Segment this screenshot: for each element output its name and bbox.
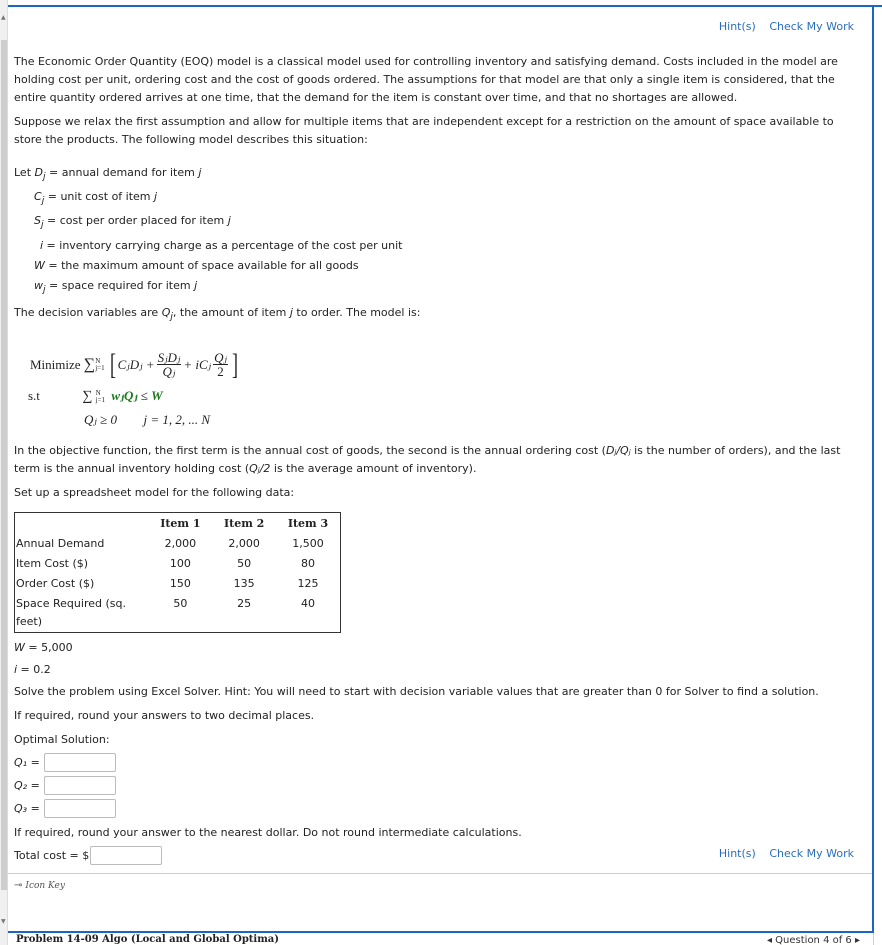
q3-answer-row: Q₃ =	[14, 797, 864, 820]
table-row: Item Cost ($) 100 50 80	[16, 556, 316, 570]
divider	[8, 873, 872, 874]
hints-link[interactable]: Hint(s)	[719, 847, 756, 860]
objective-function: Minimize ∑ Nj=1 [ CⱼDⱼ + SⱼDⱼ Qⱼ + iCⱼ Q…	[30, 347, 238, 381]
check-my-work-link[interactable]: Check My Work	[769, 20, 854, 33]
intro-paragraph-2: Suppose we relax the first assumption an…	[14, 115, 834, 146]
optimal-solution-label: Optimal Solution:	[14, 732, 110, 746]
q2-input[interactable]	[44, 775, 116, 795]
nonnegativity-constraint: Qⱼ ≥ 0 j = 1, 2, ... N	[84, 411, 211, 427]
space-limit-param: W = 5,000	[14, 640, 73, 654]
top-strip	[8, 0, 882, 7]
right-bracket: ]	[231, 347, 238, 381]
intro-paragraph-1: The Economic Order Quantity (EOQ) model …	[14, 55, 838, 104]
question-content: The Economic Order Quantity (EOQ) model …	[14, 53, 864, 868]
left-bracket: [	[109, 347, 116, 381]
dollar-rounding-instruction: If required, round your answer to the ne…	[14, 825, 522, 839]
left-scrollbar[interactable]: ▲ ▼	[0, 0, 8, 945]
definition-row: wj = space required for item j	[34, 278, 198, 295]
space-constraint: s.t ∑ Nj=1 wⱼQⱼ ≤ W	[28, 387, 163, 404]
scrollbar-thumb[interactable]	[1, 40, 7, 890]
solver-instruction: Solve the problem using Excel Solver. Hi…	[14, 684, 819, 698]
q1-input[interactable]	[44, 752, 116, 772]
top-actions: Hint(s) Check My Work	[709, 20, 854, 33]
question-navigation[interactable]: ◂ Question 4 of 6 ▸	[767, 935, 860, 945]
optimization-model: Minimize ∑ Nj=1 [ CⱼDⱼ + SⱼDⱼ Qⱼ + iCⱼ Q…	[14, 332, 864, 442]
setup-instruction: Set up a spreadsheet model for the follo…	[14, 485, 295, 499]
table-row: Order Cost ($) 150 135 125	[16, 576, 319, 590]
item-data-table: Item 1 Item 2 Item 3 Annual Demand 2,000…	[14, 511, 341, 633]
definition-row: W = the maximum amount of space availabl…	[34, 258, 359, 272]
table-row: Annual Demand 2,000 2,000 1,500	[16, 536, 324, 550]
table-header-row: Item 1 Item 2 Item 3	[15, 512, 341, 534]
column-header: Item 3	[287, 516, 329, 530]
q1-answer-row: Q₁ =	[14, 751, 864, 774]
question-panel: Hint(s) Check My Work The Economic Order…	[8, 7, 874, 933]
carrying-charge-param: i = 0.2	[14, 662, 51, 676]
definition-row: Cj = unit cost of item j	[34, 190, 158, 207]
problem-title: Problem 14-09 Algo (Local and Global Opt…	[16, 934, 280, 945]
footer-bar: Problem 14-09 Algo (Local and Global Opt…	[8, 933, 882, 945]
hints-link[interactable]: Hint(s)	[719, 20, 756, 33]
check-my-work-link[interactable]: Check My Work	[769, 847, 854, 860]
total-cost-input[interactable]	[90, 846, 163, 866]
definition-row: Sj = cost per order placed for item j	[34, 214, 231, 231]
q2-answer-row: Q₂ =	[14, 774, 864, 797]
holding-fraction: Qⱼ 2	[213, 350, 228, 380]
column-header: Item 2	[223, 516, 265, 530]
scroll-up-arrow-icon[interactable]: ▲	[1, 14, 6, 21]
rounding-instruction: If required, round your answers to two d…	[14, 708, 315, 722]
ordering-cost-fraction: SⱼDⱼ Qⱼ	[156, 350, 182, 380]
divider	[873, 933, 874, 945]
variable-definitions: Let Dj = annual demand for item j Cj = u…	[14, 163, 864, 300]
bottom-actions: Hint(s) Check My Work	[709, 847, 854, 860]
q3-input[interactable]	[44, 798, 116, 818]
explanation-paragraph: In the objective function, the first ter…	[14, 443, 841, 475]
icon-key[interactable]: ⊸ Icon Key	[14, 880, 65, 891]
table-row: Space Required (sq. feet) 50 25 40	[16, 596, 316, 628]
column-header: Item 1	[160, 516, 201, 530]
key-icon: ⊸	[14, 880, 23, 891]
scroll-down-arrow-icon[interactable]: ▼	[1, 918, 6, 925]
decision-variables-text: The decision variables are Qj, the amoun…	[14, 305, 421, 322]
definition-row: Let Dj = annual demand for item j	[14, 166, 202, 183]
definition-row: i = inventory carrying charge as a perce…	[40, 238, 403, 252]
sigma-symbol: ∑	[83, 355, 96, 373]
